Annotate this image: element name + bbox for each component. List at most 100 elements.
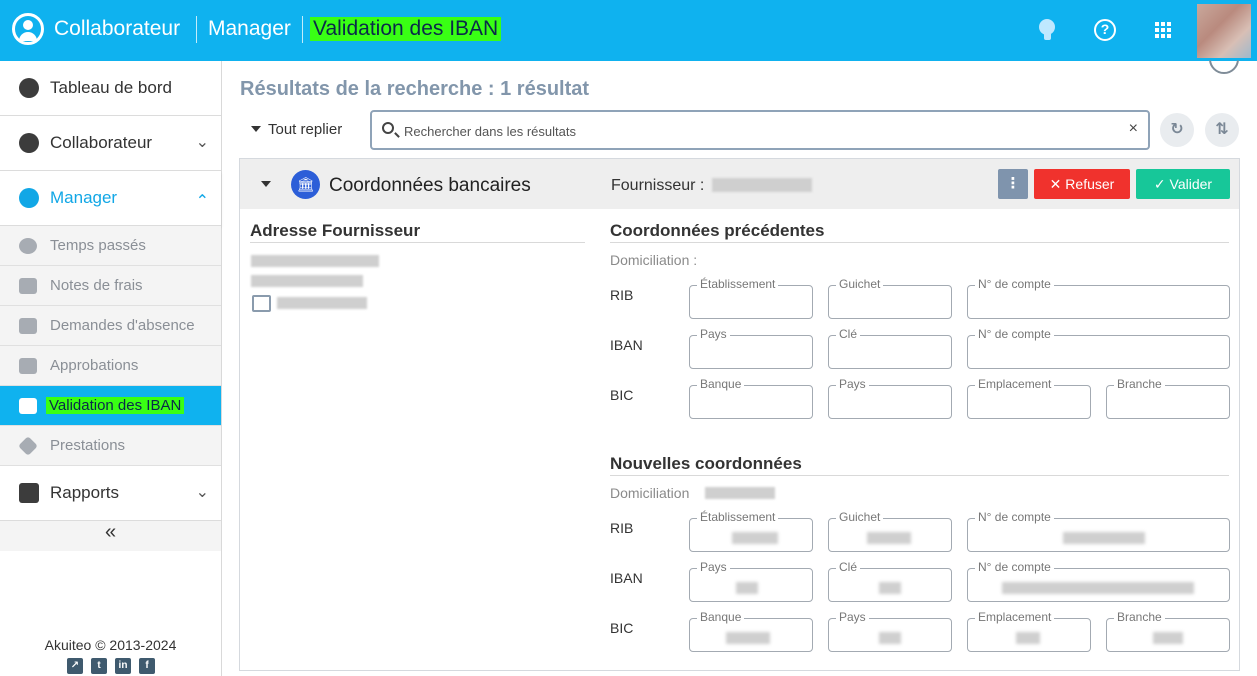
new-iban-label: IBAN (610, 570, 643, 586)
new-account-field[interactable]: N° de compte (967, 510, 1230, 552)
sidebar-subitem-label: Prestations (50, 437, 126, 454)
previous-country-field[interactable]: Pays (689, 327, 813, 369)
linkedin-icon[interactable]: in (115, 658, 131, 674)
list-icon (19, 358, 37, 374)
breadcrumb-page: Validation des IBAN (310, 17, 502, 41)
dashboard-icon (19, 78, 39, 98)
previous-iban-account-field[interactable]: N° de compte (967, 327, 1230, 369)
facebook-icon[interactable]: f (139, 658, 155, 674)
sort-button[interactable]: ⇅ (1205, 113, 1239, 147)
refuse-label: Refuser (1065, 176, 1115, 192)
redacted-value (732, 532, 778, 544)
breadcrumb-separator (196, 16, 197, 43)
redacted-phone (277, 297, 367, 309)
redacted-value (879, 632, 901, 644)
caret-down-icon[interactable] (261, 181, 271, 187)
supplier-label: Fournisseur : (611, 177, 705, 194)
previous-bic-label: BIC (610, 387, 634, 403)
card-check-icon (19, 398, 37, 414)
new-guichet-field[interactable]: Guichet (828, 510, 952, 552)
akuiteo-icon[interactable]: ↗ (67, 658, 83, 674)
previous-key-field[interactable]: Clé (828, 327, 952, 369)
new-key-field[interactable]: Clé (828, 560, 952, 602)
caret-down-icon (251, 126, 261, 132)
sidebar-item-collaborateur[interactable]: Collaborateur ⌄ (0, 116, 221, 171)
sidebar-subitem-temps[interactable]: Temps passés (0, 226, 221, 266)
breadcrumb-separator (302, 16, 303, 43)
redacted-domiciliation (705, 487, 775, 499)
divider (610, 242, 1229, 243)
chart-icon (19, 483, 39, 503)
redacted-value (1016, 632, 1040, 644)
previous-guichet-field[interactable]: Guichet (828, 277, 952, 319)
refuse-button[interactable]: ✕ Refuser (1034, 169, 1130, 199)
sidebar-subitem-prestations[interactable]: Prestations (0, 426, 221, 466)
sidebar-subitem-label: Demandes d'absence (50, 317, 195, 334)
panel-title: Coordonnées bancaires (329, 175, 531, 196)
results-search-input[interactable] (404, 121, 1104, 141)
new-bic-label: BIC (610, 620, 634, 636)
sidebar-subitem-absence[interactable]: Demandes d'absence (0, 306, 221, 346)
new-branch-field[interactable]: Branche (1106, 610, 1230, 652)
sidebar-subitem-iban[interactable]: Validation des IBAN (0, 386, 221, 426)
previous-title: Coordonnées précédentes (610, 221, 825, 240)
twitter-icon[interactable]: t (91, 658, 107, 674)
previous-location-field[interactable]: Emplacement (967, 377, 1091, 419)
validate-label: Valider (1169, 176, 1213, 192)
new-country-field[interactable]: Pays (689, 560, 813, 602)
divider (610, 475, 1229, 476)
refuse-icon: ✕ (1049, 176, 1062, 192)
avatar[interactable] (1197, 4, 1251, 58)
copyright: Akuiteo © 2013-2024 (44, 637, 177, 653)
redacted-value (1063, 532, 1145, 544)
sidebar-item-manager[interactable]: Manager ⌃ (0, 171, 221, 226)
sidebar-subitem-approbations[interactable]: Approbations (0, 346, 221, 386)
chevron-up-icon: ⌃ (195, 193, 209, 210)
sidebar-item-rapports[interactable]: Rapports ⌄ (0, 466, 221, 521)
receipt-icon (19, 278, 37, 294)
new-location-field[interactable]: Emplacement (967, 610, 1091, 652)
lightbulb-icon[interactable] (1039, 19, 1055, 35)
new-bic-country-field[interactable]: Pays (828, 610, 952, 652)
sidebar-item-label: Manager (50, 188, 118, 207)
redacted-value (879, 582, 901, 594)
previous-etablissement-field[interactable]: Établissement (689, 277, 813, 319)
top-bar: Collaborateur Manager Validation des IBA… (0, 0, 1257, 61)
new-bank-field[interactable]: Banque (689, 610, 813, 652)
help-icon[interactable]: ? (1094, 19, 1116, 41)
previous-account-field[interactable]: N° de compte (967, 277, 1230, 319)
previous-bic-country-field[interactable]: Pays (828, 377, 952, 419)
sidebar-subitem-notes[interactable]: Notes de frais (0, 266, 221, 306)
new-iban-account-field[interactable]: N° de compte (967, 560, 1230, 602)
previous-bank-field[interactable]: Banque (689, 377, 813, 419)
calendar-icon (19, 318, 37, 334)
social-links: ↗ t in f (67, 658, 155, 674)
collapse-all-button[interactable]: Tout replier (251, 121, 342, 138)
collapse-sidebar-button[interactable]: « (0, 521, 221, 551)
sidebar-item-label: Rapports (50, 483, 119, 502)
new-etablissement-field[interactable]: Établissement (689, 510, 813, 552)
bank-details-panel: 🏛 Coordonnées bancaires Fournisseur : ⋮ … (239, 158, 1240, 671)
redacted-value (867, 532, 911, 544)
previous-branch-field[interactable]: Branche (1106, 377, 1230, 419)
sidebar-item-dashboard[interactable]: Tableau de bord (0, 61, 221, 116)
redacted-address (251, 275, 363, 287)
sidebar: Tableau de bord Collaborateur ⌄ Manager … (0, 61, 222, 676)
chevron-down-icon: ⌄ (195, 134, 209, 151)
sidebar-subitem-label: Validation des IBAN (46, 397, 185, 414)
user-icon (19, 133, 39, 153)
new-domiciliation: Domiciliation (610, 485, 690, 501)
breadcrumb-app[interactable]: Collaborateur (54, 17, 180, 41)
panel-header: 🏛 Coordonnées bancaires Fournisseur : ⋮ … (240, 159, 1239, 209)
apps-grid-icon[interactable] (1155, 22, 1171, 38)
refresh-button[interactable]: ↻ (1160, 113, 1194, 147)
new-rib-label: RIB (610, 520, 634, 536)
breadcrumb-section[interactable]: Manager (208, 17, 291, 41)
validate-button[interactable]: ✓ Valider (1136, 169, 1230, 199)
bank-icon: 🏛 (291, 170, 320, 199)
user-circle-icon[interactable] (12, 13, 44, 45)
redacted-value (1002, 582, 1194, 594)
clear-icon[interactable]: × (1129, 120, 1138, 138)
more-options-button[interactable]: ⋮ (998, 169, 1028, 199)
previous-iban-label: IBAN (610, 337, 643, 353)
